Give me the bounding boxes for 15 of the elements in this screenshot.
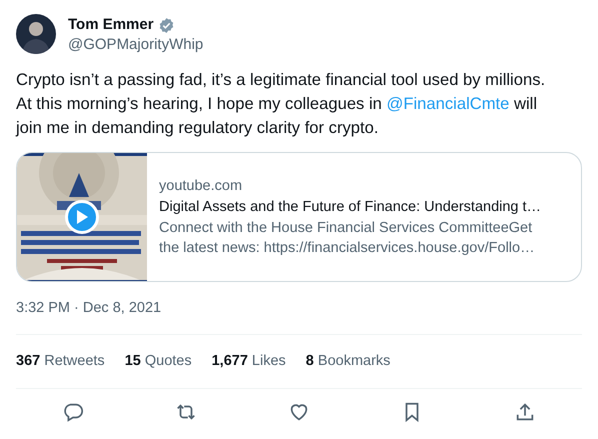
link-card[interactable]: youtube.com Digital Assets and the Future of Finance: Understanding t… Connect with the House Financial Services CommitteeGet the latest news: https://financialservices.house.gov/Follo…: [16, 152, 582, 282]
timestamp[interactable]: 3:32 PM · Dec 8, 2021: [16, 298, 162, 320]
play-icon: [75, 209, 89, 225]
share-icon[interactable]: [514, 400, 536, 422]
card-description: Connect with the House Financial Services CommitteeGet the latest news: https://financialservices.house.gov/Follo…: [159, 219, 536, 258]
stat-link[interactable]: 15 Quotes: [124, 350, 192, 372]
author-handle[interactable]: @GOPMajorityWhip: [68, 35, 204, 55]
stat-link[interactable]: 367 Retweets: [16, 350, 105, 372]
stat-link[interactable]: 1,677 Likes: [212, 350, 286, 372]
stat-link[interactable]: 8 Bookmarks: [306, 350, 390, 372]
tweet-text: Crypto isn’t a passing fad, it’s a legitimate financial tool used by millions. At this morning’s hearing, I hope my colleagues in @FinancialCmte will join me in demanding regulatory clarity for crypto.: [16, 69, 546, 139]
card-domain: youtube.com: [159, 177, 244, 196]
author-name[interactable]: Tom Emmer: [68, 15, 154, 35]
avatar[interactable]: [16, 14, 56, 54]
card-title[interactable]: Digital Assets and the Future of Finance: Understanding t…: [159, 197, 549, 217]
